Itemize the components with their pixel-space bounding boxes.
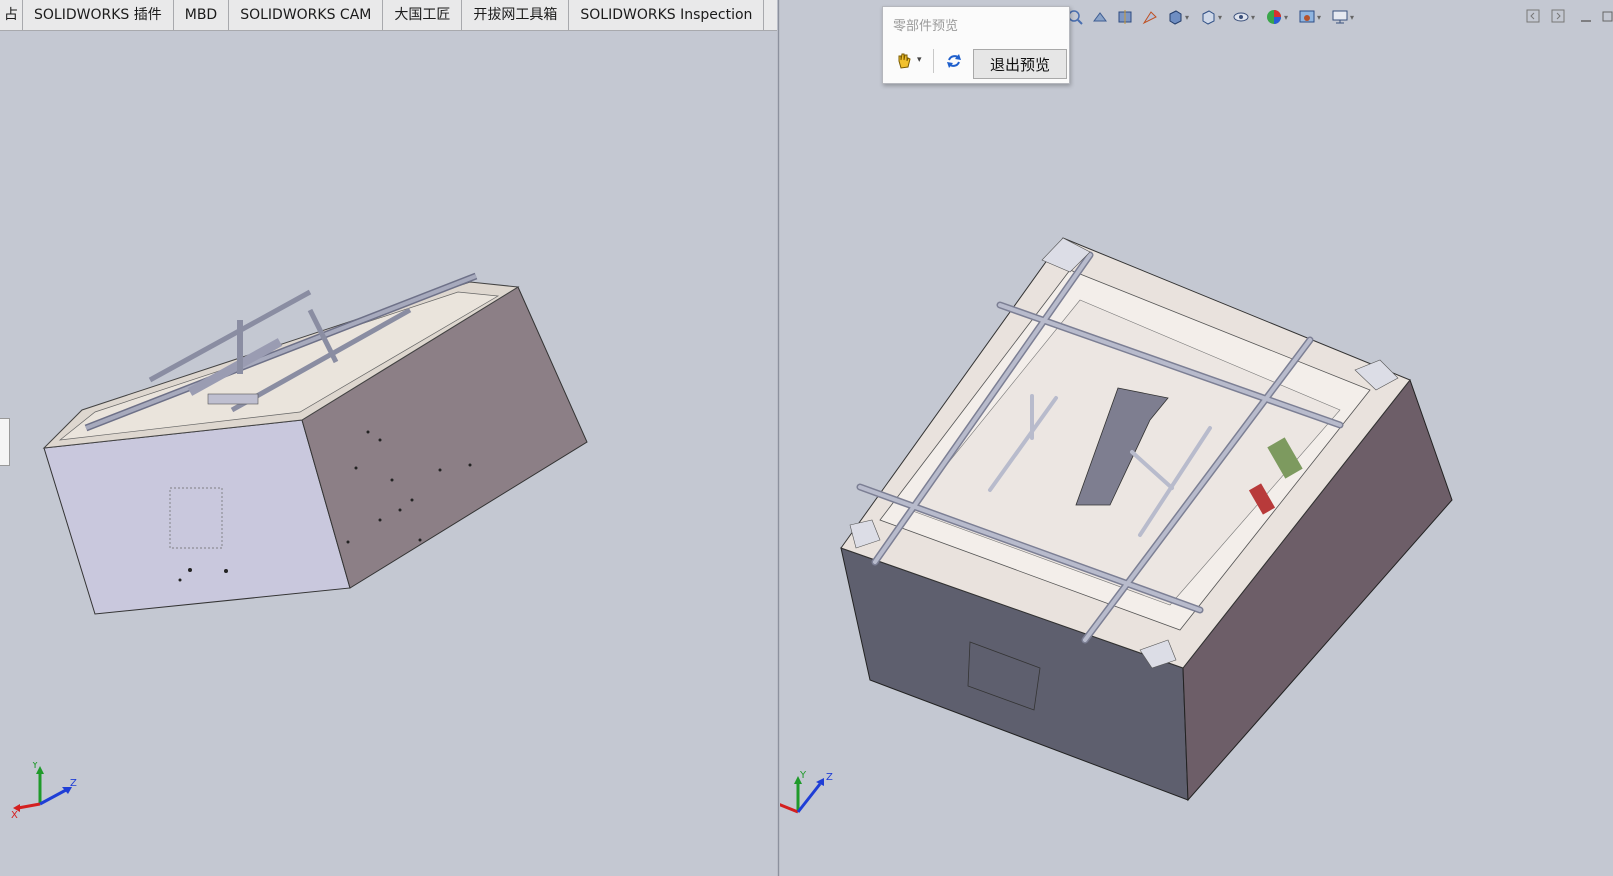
dynamic-annotation-icon[interactable] bbox=[1141, 8, 1159, 26]
tab-solidworks-cam[interactable]: SOLIDWORKS CAM bbox=[229, 0, 384, 30]
chevron-down-icon[interactable]: ▾ bbox=[1218, 13, 1226, 22]
popup-title: 零部件预览 bbox=[893, 19, 959, 34]
minimize-icon[interactable] bbox=[1578, 8, 1594, 24]
box-front-face bbox=[43, 419, 351, 615]
heads-up-view-toolbar: ▾ ▾ ▾ ▾ ▾ ▾ bbox=[1066, 4, 1364, 30]
view-orientation-icon[interactable] bbox=[1166, 8, 1184, 26]
chevron-down-icon[interactable]: ▾ bbox=[1185, 13, 1193, 22]
refresh-icon[interactable] bbox=[941, 48, 967, 74]
tab-partial[interactable]: 占 bbox=[0, 0, 23, 30]
reference-triad-left: Y X Z bbox=[11, 762, 77, 821]
section-view-icon[interactable] bbox=[1116, 8, 1134, 26]
axis-x-label: X bbox=[11, 810, 18, 821]
edit-appearance-icon[interactable] bbox=[1265, 8, 1283, 26]
hide-show-items-icon[interactable] bbox=[1232, 8, 1250, 26]
chevron-down-icon[interactable]: ▾ bbox=[1317, 13, 1325, 22]
command-manager-tabs: 占 SOLIDWORKS 插件 MBD SOLIDWORKS CAM 大国工匠 … bbox=[0, 0, 777, 31]
apply-scene-icon[interactable] bbox=[1298, 8, 1316, 26]
axis-z-label: Z bbox=[826, 772, 833, 783]
axis-z-label: Z bbox=[70, 778, 77, 789]
view-settings-icon[interactable] bbox=[1331, 8, 1349, 26]
feature-manager-collapse-handle[interactable] bbox=[0, 418, 10, 466]
viewport-right[interactable]: ▾ ▾ ▾ ▾ ▾ ▾ Y X Z bbox=[780, 0, 1613, 876]
tab-mbd[interactable]: MBD bbox=[174, 0, 230, 30]
tab-solidworks-addins[interactable]: SOLIDWORKS 插件 bbox=[23, 0, 174, 30]
tile-right-icon[interactable] bbox=[1550, 8, 1566, 24]
model-view-right[interactable] bbox=[780, 0, 1613, 876]
reference-triad-right: Y X Z bbox=[780, 770, 833, 814]
popup-button-row: ▾ 退出预览 bbox=[889, 45, 1067, 79]
viewport-left[interactable]: 占 SOLIDWORKS 插件 MBD SOLIDWORKS CAM 大国工匠 … bbox=[0, 0, 777, 876]
restore-icon[interactable] bbox=[1600, 8, 1613, 24]
axis-y-label: Y bbox=[31, 762, 39, 771]
previous-view-icon[interactable] bbox=[1091, 8, 1109, 26]
exit-preview-button[interactable]: 退出预览 bbox=[973, 49, 1067, 79]
axis-y-label: Y bbox=[799, 770, 807, 781]
tab-daguo-gongjiang[interactable]: 大国工匠 bbox=[383, 0, 463, 30]
component-preview-popup: 零部件预览 ▾ 退出预览 bbox=[882, 6, 1070, 84]
pan-hand-icon[interactable] bbox=[891, 48, 917, 74]
chevron-down-icon[interactable]: ▾ bbox=[1251, 13, 1259, 22]
chevron-down-icon[interactable]: ▾ bbox=[1284, 13, 1292, 22]
display-style-icon[interactable] bbox=[1199, 8, 1217, 26]
chevron-down-icon[interactable]: ▾ bbox=[1350, 13, 1358, 22]
tab-solidworks-inspection[interactable]: SOLIDWORKS Inspection bbox=[569, 0, 765, 30]
tile-left-icon[interactable] bbox=[1525, 8, 1541, 24]
model-view-left[interactable] bbox=[0, 0, 777, 876]
chevron-down-icon[interactable]: ▾ bbox=[917, 55, 922, 65]
tab-kaiba-toolbox[interactable]: 开拔网工具箱 bbox=[462, 0, 570, 30]
